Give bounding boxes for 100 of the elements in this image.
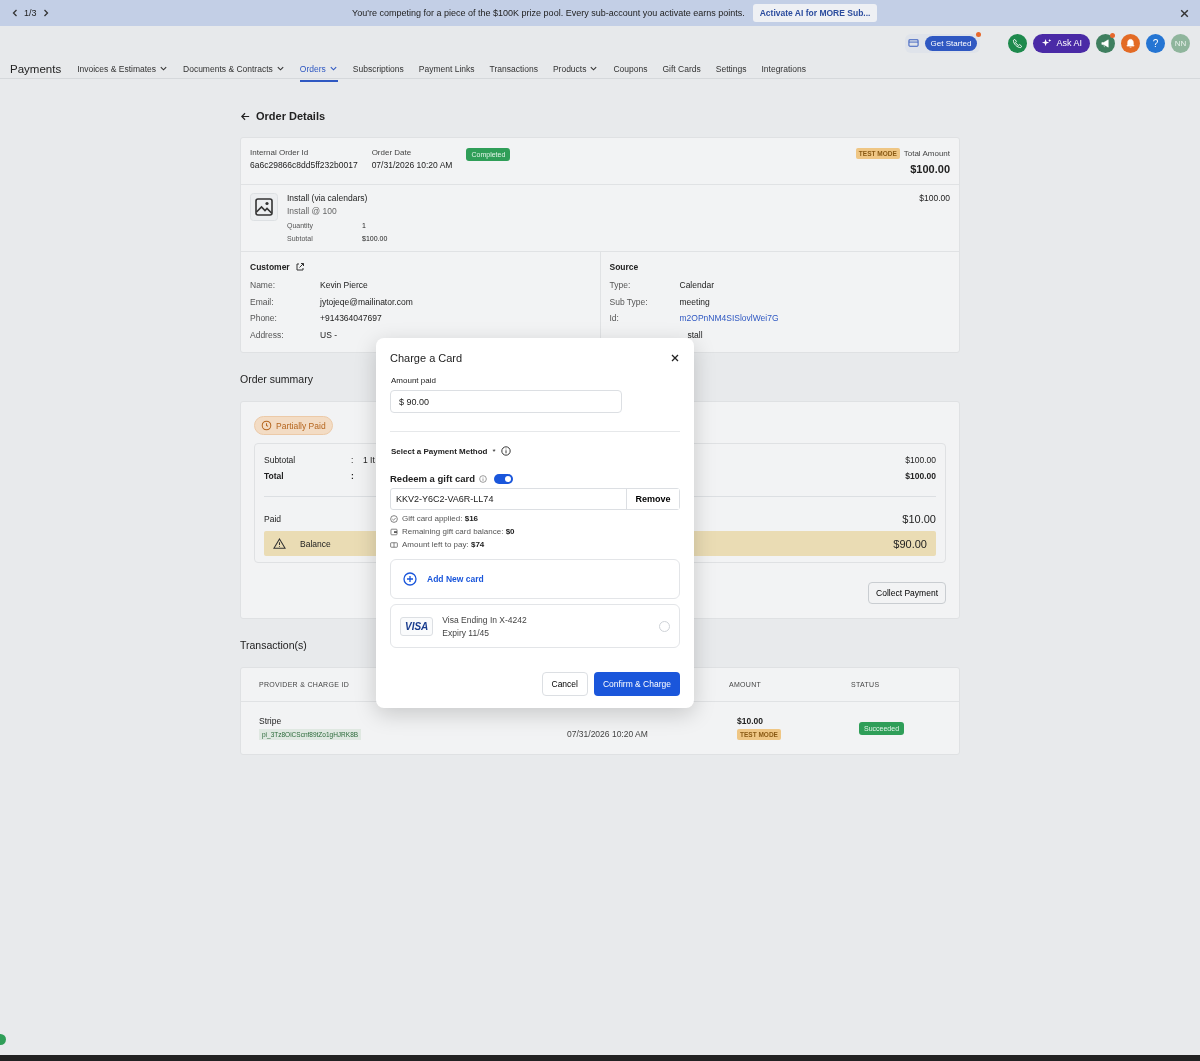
required-mark: * (492, 446, 496, 456)
pager-count: 1/3 (24, 8, 37, 18)
field-label: Email: (250, 296, 275, 309)
order-date: 07/31/2026 10:20 AM (371, 160, 453, 170)
cancel-button[interactable]: Cancel (541, 672, 588, 696)
field-label: Sub Type: (609, 296, 649, 309)
field-label: Select a Payment Method (391, 446, 488, 456)
wallet-icon (390, 527, 398, 536)
field-label: Type: (609, 280, 632, 292)
confirm-charge-button[interactable]: Confirm & Charge (593, 672, 680, 696)
megaphone-button[interactable] (1096, 33, 1115, 53)
field-label: Id: (609, 313, 620, 325)
item-count: 1 It (363, 455, 375, 465)
field-label: Name: (250, 280, 277, 292)
field-label: Amount paid (391, 376, 437, 385)
card-name: Visa Ending In X-4242 (442, 614, 528, 625)
dialog-title: Charge a Card (390, 352, 463, 364)
chevron-left-icon[interactable] (10, 8, 20, 18)
item-name: Install (via calendars) (287, 193, 369, 203)
colon: : (351, 455, 355, 465)
field-label: Redeem a gift card (390, 473, 475, 484)
activate-ai-button[interactable]: Activate AI for MORE Sub... (752, 4, 878, 22)
megaphone-icon (1100, 37, 1111, 49)
banner-message: You're competing for a piece of the $100K prize pool. Every sub-account you activate earns points. (352, 8, 745, 18)
gift-card-toggle[interactable] (494, 473, 513, 484)
balance-amount: $90.00 (893, 537, 927, 550)
plus-circle-icon (403, 572, 417, 586)
subtotal-amount: $100.00 (905, 455, 936, 465)
nav-tab[interactable]: Subscriptions (352, 56, 404, 82)
banknote-icon (390, 540, 398, 549)
transaction-amount: $10.00 (737, 716, 764, 726)
bell-button[interactable] (1121, 33, 1140, 53)
gift-card-note: Remaining gift card balance: $0 (402, 527, 515, 536)
section-title: Transaction(s) (240, 639, 307, 651)
order-id: 6a6c29866c8dd5ff232b0017 (250, 160, 358, 170)
nav-tab[interactable]: Settings (715, 56, 747, 82)
nav-tab[interactable]: Orders (299, 56, 338, 82)
image-placeholder-icon (250, 193, 278, 221)
add-new-card-button[interactable]: Add New card (390, 559, 680, 599)
info-icon[interactable] (500, 446, 511, 456)
phone-button[interactable] (1008, 33, 1028, 53)
close-icon[interactable] (1179, 7, 1190, 19)
notification-dot (976, 31, 982, 37)
colon: : (351, 471, 355, 481)
page-title: Order Details (256, 110, 326, 122)
phone-icon (1012, 37, 1024, 49)
nav-tab[interactable]: Invoices & Estimates (77, 56, 169, 82)
gift-card-note: Gift card applied: $16 (402, 514, 479, 523)
field-label: Paid (264, 514, 282, 524)
collect-payment-button[interactable]: Collect Payment (868, 582, 946, 604)
table-cell-text: 07/31/2026 10:20 AM (566, 729, 649, 739)
field-value: stall (686, 329, 703, 342)
field-label: Address: (250, 329, 285, 342)
field-label: Balance (300, 538, 331, 549)
close-icon[interactable] (670, 353, 680, 363)
nav-tab[interactable]: Transactions (489, 56, 538, 82)
section-title: Customer (250, 262, 290, 272)
gift-code-field[interactable]: KKV2-Y6C2-VA6R-LL74 Remove (390, 488, 680, 510)
paid-amount: $10.00 (902, 513, 936, 525)
back-arrow-icon[interactable] (240, 110, 251, 122)
ask-ai-button[interactable]: Ask AI (1033, 33, 1090, 53)
field-label: Total Amount (903, 149, 950, 158)
field-label: Total (264, 471, 285, 481)
source-id-link[interactable]: m2OPnNM4SISlovlWei7G (679, 313, 779, 330)
payment-status-badge: Partially Paid (254, 416, 333, 435)
nav-tab[interactable]: Coupons (613, 56, 648, 82)
item-variant: Install @ 100 (287, 206, 338, 216)
gift-card-note: Amount left to pay: $74 (402, 540, 485, 549)
section-title: Order summary (240, 373, 313, 385)
item-price: $100.00 (919, 193, 950, 205)
warning-icon (273, 537, 286, 550)
nav-tab[interactable]: Documents & Contracts (183, 56, 285, 82)
card-brand-logo: VISA (400, 616, 434, 636)
sparkle-icon (1041, 37, 1053, 49)
help-button[interactable]: ? (1146, 33, 1165, 53)
field-value: jytojeqe@mailinator.com (320, 296, 413, 309)
external-link-icon[interactable] (294, 262, 305, 272)
field-label: Phone: (250, 313, 278, 325)
provider-name: Stripe (259, 716, 283, 726)
check-circle-icon (390, 514, 398, 523)
section-title: Source (609, 262, 639, 272)
card-expiry: Expiry 11/45 (442, 627, 490, 638)
nav-tab[interactable]: Gift Cards (662, 56, 701, 82)
field-value: Kevin Pierce (320, 280, 368, 292)
clock-icon (261, 420, 272, 431)
nav-tab[interactable]: Payment Links (418, 56, 475, 82)
amount-field[interactable]: $ 90.00 (390, 390, 622, 413)
field-label: Order Date (371, 148, 413, 157)
field-value: Calendar (679, 280, 714, 292)
total-amount: $100.00 (910, 163, 950, 175)
nav-tab[interactable]: Products (552, 56, 599, 82)
app-title: Payments (10, 63, 62, 75)
field-value: meeting (679, 296, 710, 309)
saved-card-option[interactable]: VISA Visa Ending In X-4242 Expiry 11/45 (390, 604, 680, 648)
field-value: US - (320, 329, 337, 342)
card-icon (907, 38, 919, 48)
nav-tab[interactable]: Integrations (761, 56, 806, 82)
get-started-button[interactable]: Get Started (924, 35, 978, 51)
remove-button[interactable]: Remove (626, 489, 679, 509)
field-value: +914364047697 (320, 313, 382, 325)
